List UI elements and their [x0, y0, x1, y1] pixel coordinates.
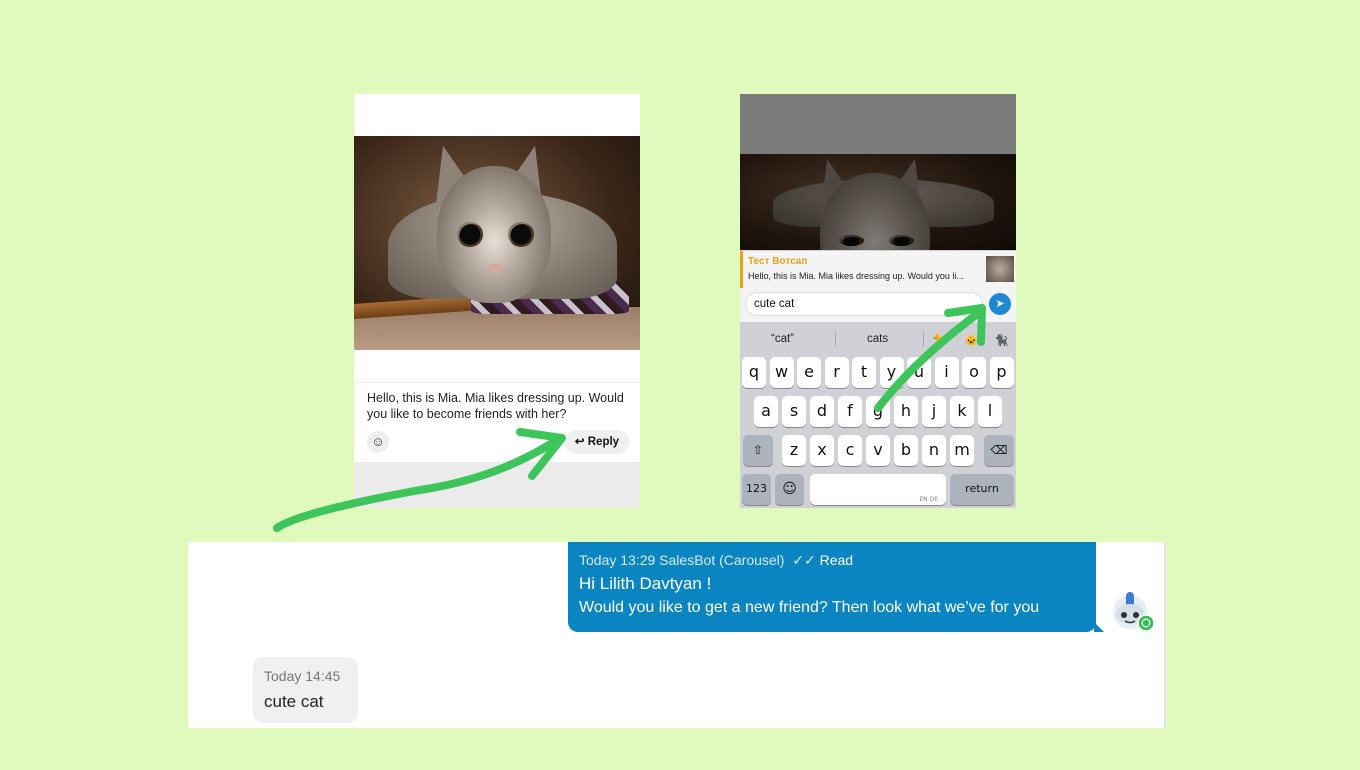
key-q[interactable]: q	[742, 357, 766, 388]
key-v[interactable]: v	[866, 435, 890, 466]
message-line-1: Hi Lilith Davtyan !	[579, 574, 712, 593]
key-s[interactable]: s	[782, 396, 806, 427]
space-hint: EN DE	[919, 496, 938, 503]
double-check-icon: ✓✓	[788, 552, 816, 568]
bottom-area	[354, 462, 640, 508]
emoji-icon[interactable]: ☺	[367, 431, 389, 453]
cat-image	[354, 136, 640, 350]
reply-button[interactable]: ↩ Reply	[565, 430, 629, 454]
key-m[interactable]: m	[950, 435, 974, 466]
quote-text: Hello, this is Mia. Mia likes dressing u…	[748, 271, 964, 281]
key-z[interactable]: z	[782, 435, 806, 466]
message-text: cute cat	[264, 692, 324, 711]
space-key[interactable]: EN DE	[810, 474, 946, 505]
suggestion-emoji-3[interactable]: 🐈‍⬛	[994, 333, 1008, 347]
reply-arrow-icon: ↩	[574, 436, 585, 448]
key-b[interactable]: b	[894, 435, 918, 466]
suggestion-2[interactable]: cats	[867, 333, 888, 345]
suggestion-1[interactable]: “cat”	[771, 333, 794, 345]
suggestion-emoji-2[interactable]: 🐱	[964, 333, 978, 347]
key-k[interactable]: k	[950, 396, 974, 427]
whatsapp-icon	[1137, 614, 1155, 632]
cat-image-dimmed	[740, 154, 1016, 250]
key-w[interactable]: w	[769, 357, 794, 388]
dimmed-header	[740, 94, 1016, 154]
key-d[interactable]: d	[810, 396, 834, 427]
outgoing-message-bubble: Today 13:29 SalesBot (Carousel) ✓✓ Read …	[568, 542, 1104, 632]
backspace-icon[interactable]: ⌫	[984, 435, 1014, 466]
emoji-icon[interactable]: ☺	[775, 474, 804, 505]
numbers-key[interactable]: 123	[742, 474, 771, 505]
phone-right-screenshot: Тест Вотсап Hello, this is Mia. Mia like…	[740, 94, 1016, 508]
key-l[interactable]: l	[978, 396, 1002, 427]
phone-left-screenshot: Hello, this is Mia. Mia likes dressing u…	[354, 94, 640, 508]
key-j[interactable]: j	[922, 396, 946, 427]
quote-title: Тест Вотсап	[748, 256, 808, 267]
compose-bar: cute cat ➤	[740, 288, 1016, 322]
key-h[interactable]: h	[894, 396, 918, 427]
quoted-message[interactable]: Тест Вотсап Hello, this is Mia. Mia like…	[740, 251, 1016, 288]
message-input[interactable]: cute cat	[745, 292, 983, 316]
message-meta: Today 13:29 SalesBot (Carousel) ✓✓ Read	[579, 552, 853, 569]
key-i[interactable]: i	[934, 357, 959, 388]
shift-icon[interactable]: ⇧	[743, 435, 773, 466]
reply-label: Reply	[587, 436, 620, 448]
incoming-message-bubble: Today 14:45 cute cat	[253, 657, 358, 723]
return-key[interactable]: return	[950, 474, 1014, 505]
key-o[interactable]: o	[962, 357, 986, 388]
key-e[interactable]: e	[797, 357, 821, 388]
key-a[interactable]: a	[754, 396, 778, 427]
message-line-2: Would you like to get a new friend? Then…	[579, 599, 1040, 616]
robot-avatar-icon	[1113, 592, 1155, 632]
send-icon[interactable]: ➤	[989, 293, 1011, 315]
message-timestamp: Today 13:29 SalesBot (Carousel)	[579, 552, 785, 568]
key-r[interactable]: r	[824, 357, 849, 388]
key-p[interactable]: p	[989, 357, 1014, 388]
message-timestamp: Today 14:45	[264, 668, 341, 684]
key-c[interactable]: c	[838, 435, 862, 466]
key-f[interactable]: f	[838, 396, 862, 427]
key-n[interactable]: n	[922, 435, 946, 466]
quote-thumbnail	[986, 256, 1014, 282]
key-g[interactable]: g	[866, 396, 890, 427]
message-caption: Hello, this is Mia. Mia likes dressing u…	[367, 391, 624, 421]
key-u[interactable]: u	[907, 357, 931, 388]
chat-panel: Today 13:29 SalesBot (Carousel) ✓✓ Read …	[188, 542, 1166, 728]
read-status: Read	[819, 552, 854, 568]
suggestion-emoji-1[interactable]: 🐈	[932, 333, 946, 347]
key-t[interactable]: t	[852, 357, 876, 388]
divider	[354, 382, 640, 383]
predictive-bar: “cat” cats 🐈 🐱 🐈‍⬛	[740, 326, 1016, 352]
key-y[interactable]: y	[879, 357, 904, 388]
key-x[interactable]: x	[810, 435, 834, 466]
